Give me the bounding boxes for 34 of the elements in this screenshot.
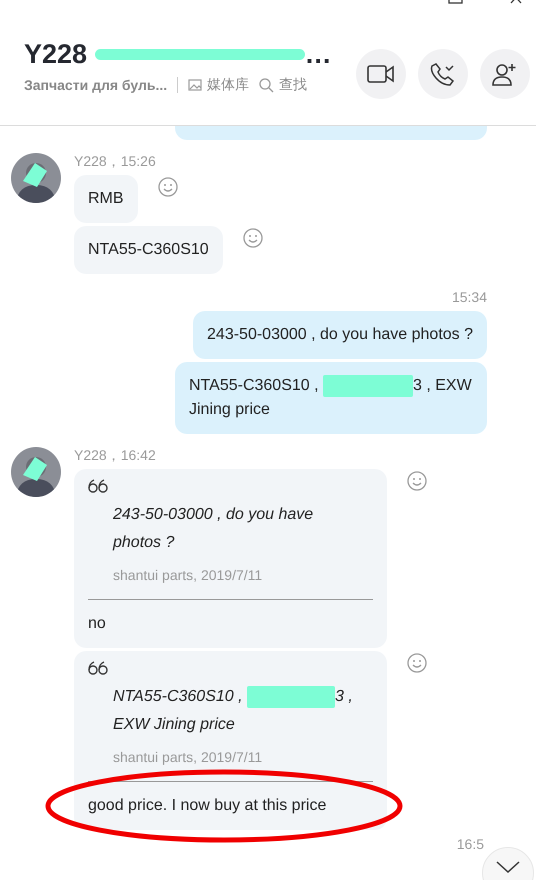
quote-source: shantui parts, 2019/7/11 <box>112 748 264 767</box>
emoji-icon[interactable] <box>242 228 263 248</box>
video-button[interactable] <box>356 48 406 98</box>
chat-subtitle: Запчасти для буль... <box>24 77 168 93</box>
message-text: RMB <box>88 190 124 207</box>
search-link[interactable]: 查找 <box>259 76 308 94</box>
message-time: 15:34 <box>452 288 487 306</box>
quote-source: shantui parts, 2019/7/11 <box>112 566 264 585</box>
search-icon <box>259 78 274 92</box>
video-camera-icon <box>367 64 395 84</box>
chevron-down-icon <box>496 861 520 873</box>
emoji-icon[interactable] <box>158 177 178 197</box>
chat-title: Y228 … <box>24 39 333 70</box>
call-button[interactable] <box>418 48 468 98</box>
message-text: good price. I now buy at this price <box>88 797 326 814</box>
media-link[interactable]: 媒体库 <box>188 76 250 94</box>
emoji-icon[interactable] <box>407 471 427 491</box>
message-time: 16:5 <box>456 836 484 852</box>
quoted-text: 243-50-03000 , do you have photos ? <box>112 505 314 553</box>
avatar <box>11 153 61 203</box>
message-text: 243-50-03000 , do you have photos ? <box>207 326 473 343</box>
sender-time: Y228，15:26 <box>74 152 157 170</box>
quote-icon <box>88 479 108 493</box>
avatar <box>11 447 61 497</box>
image-icon <box>188 79 202 91</box>
phone-icon <box>430 60 456 86</box>
emoji-icon[interactable] <box>407 653 427 673</box>
message-text: NTA55-C360S10 , 3 , EXW Jining price <box>189 377 472 418</box>
quote-icon <box>88 661 108 675</box>
message-text: NTA55-C360S10 <box>88 241 209 258</box>
sender-time: Y228，16:42 <box>74 446 157 464</box>
quoted-text: NTA55-C360S10 , 3 , EXW Jining price <box>88 683 373 739</box>
add-person-button[interactable] <box>480 48 530 98</box>
message-text: no <box>88 615 106 632</box>
